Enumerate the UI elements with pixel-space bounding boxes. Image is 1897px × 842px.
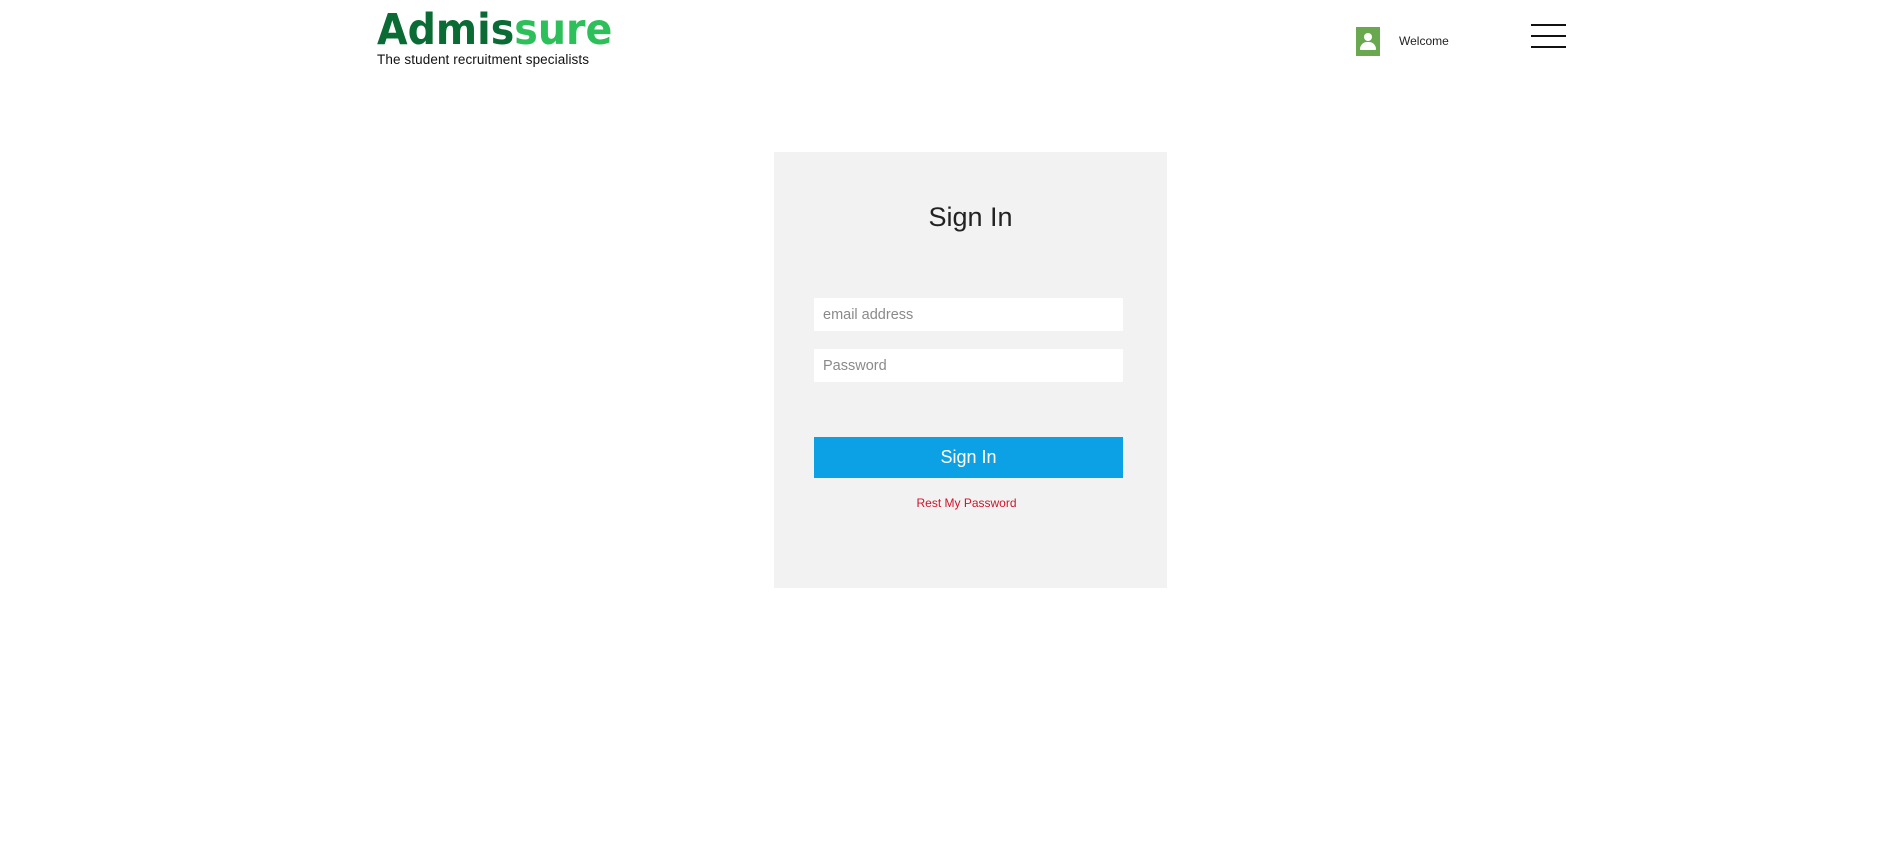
reset-password-link[interactable]: Rest My Password: [774, 496, 1159, 510]
welcome-label: Welcome: [1399, 34, 1449, 48]
page: Admissure The student recruitment specia…: [0, 0, 1897, 842]
sign-in-title: Sign In: [928, 202, 1013, 232]
admissure-logo[interactable]: Admissure The student recruitment specia…: [377, 5, 612, 72]
email-field[interactable]: [814, 298, 1123, 331]
menu-bar-middle: [1531, 35, 1566, 37]
sign-in-panel: Sign In Sign In Rest My Password: [774, 152, 1167, 588]
password-field[interactable]: [814, 349, 1123, 382]
sign-in-button[interactable]: Sign In: [814, 437, 1123, 478]
logo-wordmark-part1: Admis: [377, 5, 515, 55]
menu-bar-bottom: [1531, 46, 1566, 48]
logo-wordmark: Admissure: [377, 5, 612, 55]
user-icon-body: [1360, 42, 1376, 50]
menu-bar-top: [1531, 24, 1566, 26]
user-icon-head: [1364, 33, 1372, 41]
logo-wordmark-part2: sure: [514, 5, 613, 55]
hamburger-menu-icon[interactable]: [1531, 24, 1566, 50]
user-icon[interactable]: [1356, 27, 1380, 56]
